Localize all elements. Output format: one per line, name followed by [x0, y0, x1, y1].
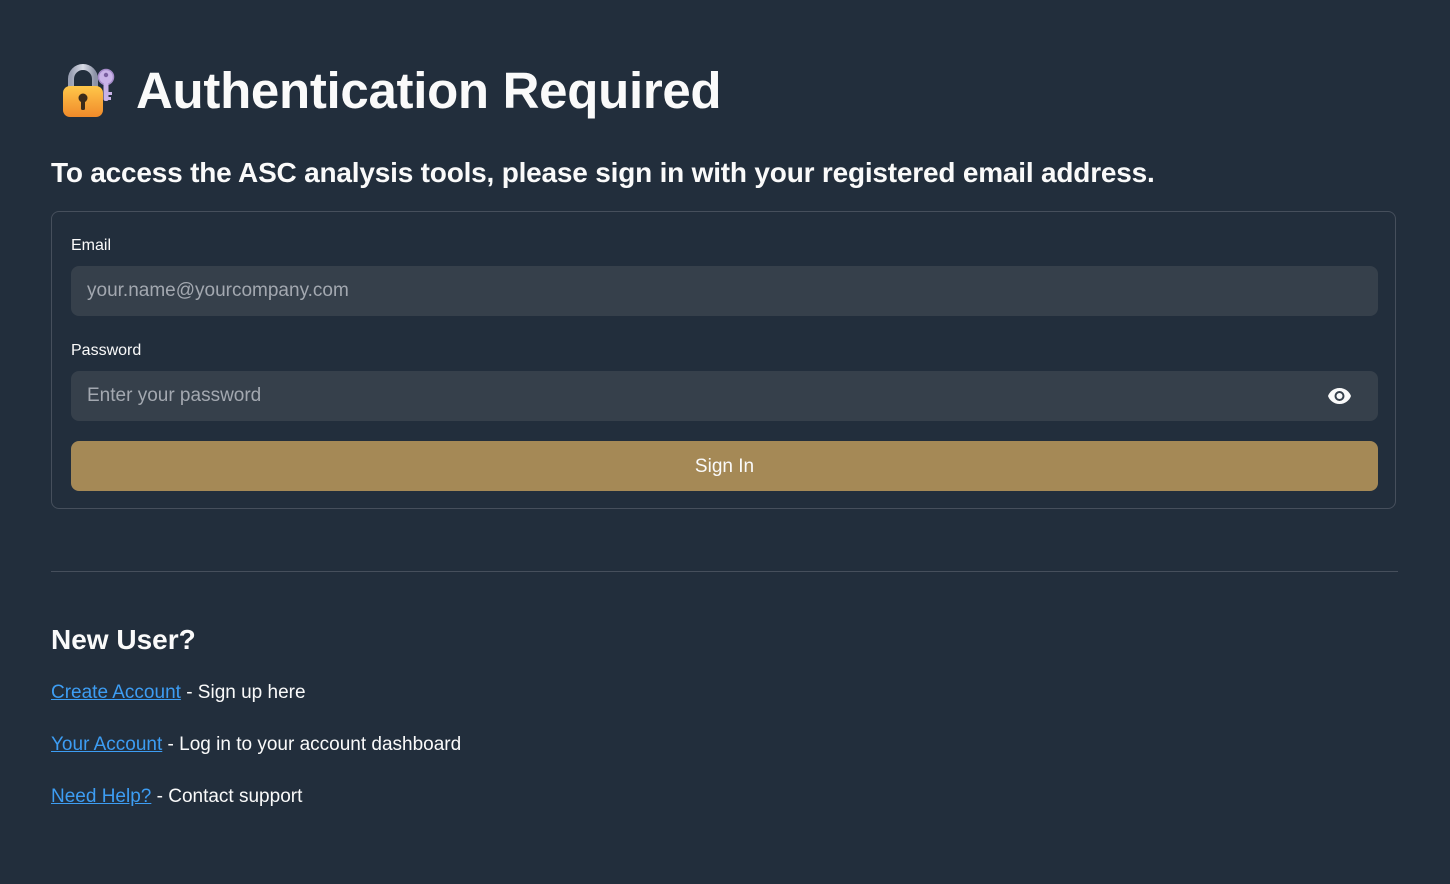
your-account-description: - Log in to your account dashboard: [162, 734, 462, 755]
title-row: Authentication Required: [60, 60, 722, 122]
show-password-button[interactable]: [1326, 384, 1352, 408]
need-help-line: Need Help? - Contact support: [51, 784, 302, 810]
email-field[interactable]: [71, 266, 1378, 316]
password-field[interactable]: [71, 371, 1378, 421]
need-help-link[interactable]: Need Help?: [51, 786, 151, 807]
email-label: Email: [71, 237, 112, 254]
auth-page: Authentication Required To access the AS…: [0, 0, 1450, 884]
your-account-line: Your Account - Log in to your account da…: [51, 732, 461, 758]
new-user-heading: New User?: [51, 624, 196, 655]
password-field-container: [71, 371, 1378, 421]
need-help-description: - Contact support: [151, 786, 303, 807]
email-field-container: [71, 266, 1378, 316]
password-label: Password: [71, 342, 142, 359]
locked-with-key-icon: [63, 64, 115, 117]
create-account-line: Create Account - Sign up here: [51, 680, 306, 706]
page-subtitle: To access the ASC analysis tools, please…: [51, 157, 1155, 188]
divider: [51, 571, 1398, 572]
create-account-link[interactable]: Create Account: [51, 682, 181, 703]
create-account-description: - Sign up here: [180, 682, 306, 703]
login-form: Email Password Sign In: [51, 211, 1396, 509]
your-account-link[interactable]: Your Account: [51, 734, 162, 755]
sign-in-button[interactable]: Sign In: [71, 441, 1378, 491]
page-title: Authentication Required: [136, 62, 722, 119]
eye-icon: [1327, 388, 1351, 404]
